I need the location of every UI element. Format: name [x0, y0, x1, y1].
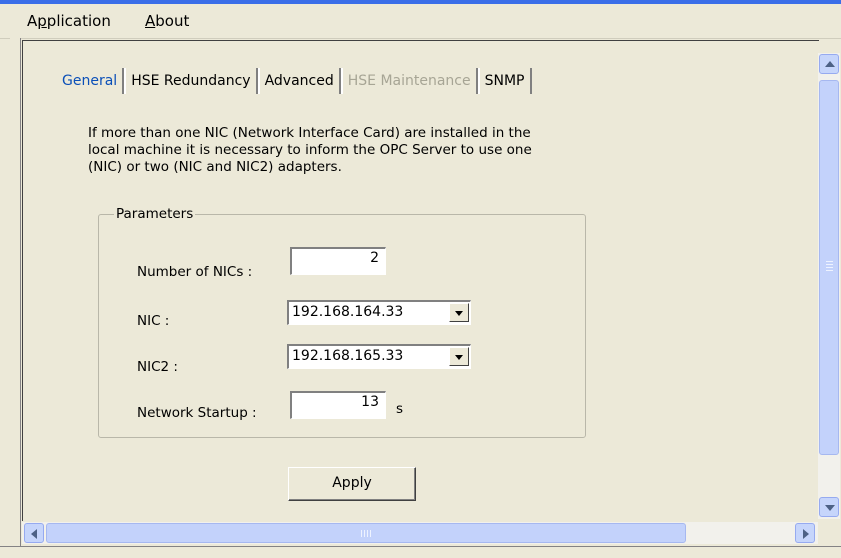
- tab-general[interactable]: General: [57, 68, 125, 94]
- chevron-down-icon: [825, 505, 835, 511]
- chevron-down-icon[interactable]: [449, 303, 469, 322]
- tab-strip: General HSE Redundancy Advanced HSE Main…: [57, 68, 532, 96]
- num-nics-label: Number of NICs :: [137, 264, 253, 280]
- grip-line: [361, 530, 362, 537]
- network-startup-label: Network Startup :: [137, 405, 257, 421]
- description-line: local machine it is necessary to inform …: [88, 142, 532, 158]
- window-frame-bottom: [0, 546, 841, 558]
- scrollbar-corner: [818, 522, 840, 544]
- apply-button[interactable]: Apply: [288, 467, 416, 501]
- chevron-up-icon: [825, 61, 835, 67]
- grip-line: [370, 530, 371, 537]
- description-line: If more than one NIC (Network Interface …: [88, 125, 531, 141]
- grip-line: [826, 261, 833, 262]
- menu-bar: Application About: [0, 4, 841, 39]
- tab-hse-redundancy[interactable]: HSE Redundancy: [124, 68, 258, 94]
- scroll-right-button[interactable]: [795, 523, 815, 543]
- tab-hse-maintenance: HSE Maintenance: [340, 68, 478, 94]
- horizontal-scrollbar[interactable]: [22, 522, 818, 544]
- grip-line: [364, 530, 365, 537]
- network-startup-unit: s: [396, 401, 404, 417]
- num-nics-input[interactable]: 2: [290, 247, 386, 275]
- menu-about[interactable]: About: [145, 12, 189, 30]
- grip-line: [826, 270, 833, 271]
- nic-label: NIC :: [137, 313, 170, 329]
- scroll-up-button[interactable]: [819, 54, 839, 74]
- content-viewport: General HSE Redundancy Advanced HSE Main…: [22, 40, 819, 521]
- window-frame-left: [10, 38, 21, 548]
- nic-select-value: 192.168.164.33: [292, 304, 404, 320]
- tab-snmp[interactable]: SNMP: [477, 68, 532, 94]
- vertical-scroll-thumb[interactable]: [819, 80, 839, 455]
- horizontal-scroll-thumb[interactable]: [46, 523, 686, 543]
- nic2-select[interactable]: 192.168.165.33: [287, 344, 471, 369]
- scroll-down-button[interactable]: [819, 497, 839, 517]
- grip-line: [367, 530, 368, 537]
- parameters-legend: Parameters: [114, 206, 196, 222]
- vertical-scrollbar[interactable]: [818, 53, 840, 519]
- chevron-down-icon[interactable]: [449, 347, 469, 366]
- chevron-right-icon: [803, 529, 809, 539]
- menu-application[interactable]: Application: [27, 12, 111, 30]
- nic2-select-value: 192.168.165.33: [292, 348, 404, 364]
- description-line: (NIC) or two (NIC and NIC2) adapters.: [88, 159, 342, 175]
- tab-advanced[interactable]: Advanced: [257, 68, 341, 94]
- nic2-label: NIC2 :: [137, 359, 178, 375]
- grip-line: [826, 267, 833, 268]
- network-startup-input[interactable]: 13: [290, 391, 386, 419]
- chevron-left-icon: [31, 529, 37, 539]
- description-text: If more than one NIC (Network Interface …: [88, 125, 608, 176]
- nic-select[interactable]: 192.168.164.33: [287, 300, 471, 325]
- scroll-left-button[interactable]: [24, 523, 44, 543]
- grip-line: [826, 264, 833, 265]
